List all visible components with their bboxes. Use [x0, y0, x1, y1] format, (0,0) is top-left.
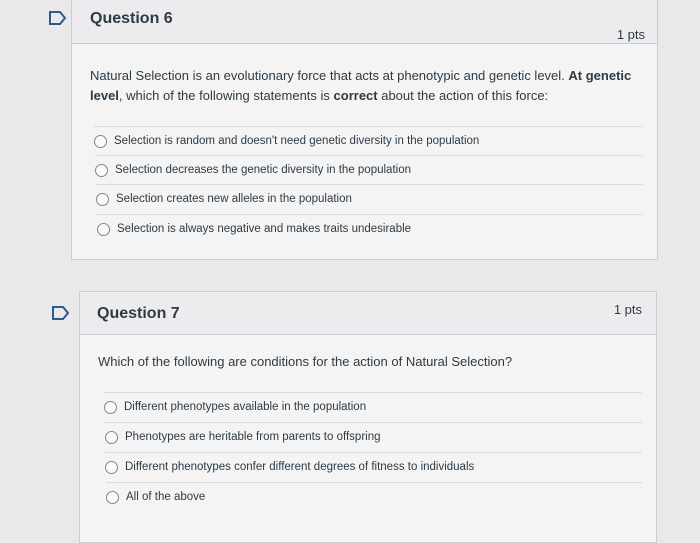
- answer-option[interactable]: Selection is random and doesn't need gen…: [94, 126, 643, 155]
- radio-unselected-icon[interactable]: [97, 222, 110, 236]
- radio-unselected-icon[interactable]: [105, 430, 118, 444]
- question-card: Question 6 1 pts Natural Selection is an…: [71, 0, 658, 260]
- radio-unselected-icon[interactable]: [95, 163, 108, 177]
- answer-option[interactable]: Different phenotypes confer different de…: [105, 452, 642, 481]
- answer-option[interactable]: All of the above: [106, 482, 642, 511]
- answer-label[interactable]: Selection decreases the genetic diversit…: [115, 164, 411, 176]
- answer-label[interactable]: Selection is always negative and makes t…: [117, 223, 411, 235]
- prompt-emphasis: correct: [333, 88, 378, 103]
- question-points: 1 pts: [616, 27, 645, 42]
- radio-unselected-icon[interactable]: [106, 490, 119, 504]
- question-prompt: Which of the following are conditions fo…: [98, 354, 513, 369]
- answer-option[interactable]: Phenotypes are heritable from parents to…: [105, 422, 642, 451]
- question-title: Question 6: [90, 10, 173, 27]
- question-card: Question 7 1 pts Which of the following …: [79, 291, 657, 543]
- answer-option[interactable]: Selection is always negative and makes t…: [97, 214, 643, 243]
- answer-label[interactable]: Selection creates new alleles in the pop…: [116, 193, 352, 205]
- radio-unselected-icon[interactable]: [104, 400, 117, 414]
- answer-label[interactable]: Selection is random and doesn't need gen…: [114, 135, 479, 147]
- prompt-text: Natural Selection is an evolutionary for…: [90, 68, 569, 83]
- answer-label[interactable]: Different phenotypes available in the po…: [124, 401, 366, 413]
- answer-option[interactable]: Selection creates new alleles in the pop…: [96, 184, 643, 213]
- radio-unselected-icon[interactable]: [105, 460, 118, 474]
- prompt-text: about the action of this force:: [377, 88, 549, 103]
- answer-option[interactable]: Selection decreases the genetic diversit…: [95, 155, 643, 184]
- answer-option[interactable]: Different phenotypes available in the po…: [104, 392, 642, 421]
- flag-question-icon[interactable]: [52, 306, 70, 320]
- question-points: 1 pts: [613, 302, 642, 317]
- answer-label[interactable]: All of the above: [126, 491, 205, 503]
- flag-question-icon[interactable]: [49, 11, 67, 25]
- radio-unselected-icon[interactable]: [94, 134, 107, 148]
- radio-unselected-icon[interactable]: [96, 192, 109, 206]
- question-prompt: Natural Selection is an evolutionary for…: [90, 66, 635, 106]
- answer-label[interactable]: Phenotypes are heritable from parents to…: [125, 431, 381, 443]
- answer-label[interactable]: Different phenotypes confer different de…: [125, 461, 474, 473]
- prompt-text: , which of the following statements is: [118, 88, 334, 103]
- question-title: Question 7: [97, 305, 180, 322]
